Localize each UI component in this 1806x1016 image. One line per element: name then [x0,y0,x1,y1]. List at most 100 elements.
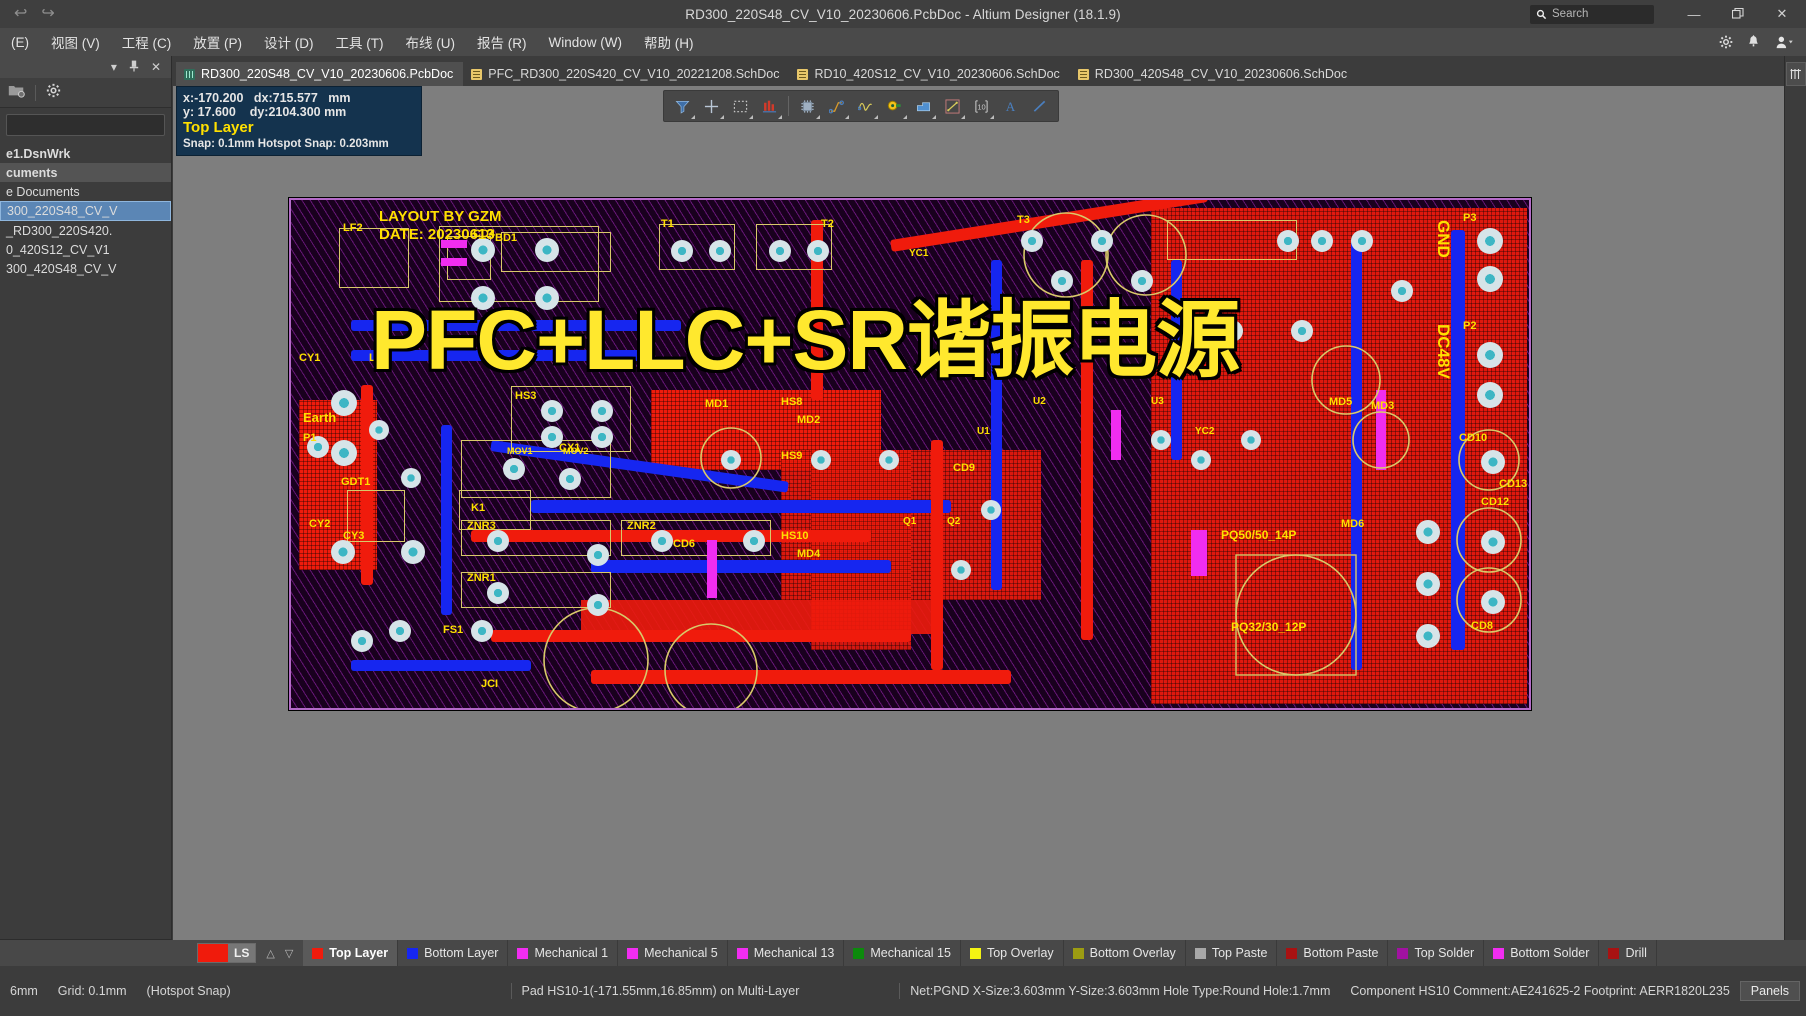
schematic-document-icon [471,68,483,80]
tree-item-pfc-rd300-220s420[interactable]: _RD300_220S420. [0,221,171,240]
caret-icon [778,115,782,119]
layer-tab-top-layer[interactable]: Top Layer [303,940,399,966]
place-dimension-icon[interactable] [939,93,966,119]
through-hole-pad [591,400,613,422]
marquee-select-icon[interactable] [727,93,754,119]
layer-tab-top-solder[interactable]: Top Solder [1388,940,1485,966]
chevron-down-icon[interactable]: ▾ [111,61,117,73]
restore-button[interactable] [1716,0,1760,28]
bottom-layer-track [531,500,951,513]
through-hole-pad [811,450,831,470]
bottom-layer-track [1171,260,1182,460]
pcb-board-artwork[interactable]: LAYOUT BY GZM DATE: 20230613 Earth P1 GD… [289,198,1531,710]
toolbar-divider [35,84,36,101]
tree-item-documents[interactable]: cuments [0,163,171,182]
place-component-icon[interactable] [794,93,821,119]
doctab-sch-rd10-420s12[interactable]: RD10_420S12_CV_V10_20230606.SchDoc [789,62,1070,86]
layer-tab-drill[interactable]: Drill [1599,940,1657,966]
layer-tab-bottom-layer[interactable]: Bottom Layer [398,940,509,966]
layer-set-label: LS [234,946,250,960]
right-panel-strip [1784,56,1806,940]
doctab-pcb-rd300-220s48[interactable]: RD300_220S48_CV_V10_20230606.PcbDoc [176,62,464,86]
align-icon[interactable] [756,93,783,119]
layer-tab-mechanical-13[interactable]: Mechanical 13 [728,940,845,966]
layer-tab-mechanical-1[interactable]: Mechanical 1 [508,940,619,966]
place-string-icon[interactable]: A [997,93,1024,119]
tree-item-workspace[interactable]: e1.DsnWrk [0,144,171,163]
place-line-icon[interactable] [1026,93,1053,119]
menu-place[interactable]: 放置 (P) [182,28,253,56]
open-project-icon[interactable] [8,83,25,103]
active-layer-color-swatch [198,944,228,962]
tree-item-rd300-420s48[interactable]: 300_420S48_CV_V [0,259,171,278]
panel-search-row [0,108,171,140]
doctab-sch-rd300-420s48[interactable]: RD300_420S48_CV_V10_20230606.SchDoc [1069,62,1358,86]
chevron-up-icon[interactable]: △ [266,947,274,960]
menu-project[interactable]: 工程 (C) [111,28,183,56]
silk-designator-jci: JCI [481,678,499,690]
through-hole-pad [879,450,899,470]
through-hole-pad [535,238,559,262]
doctab-sch-pfc-rd300-220s420[interactable]: PFC_RD300_220S420_CV_V10_20221208.SchDoc [463,62,790,86]
minimize-button[interactable]: — [1672,0,1716,28]
through-hole-pad [1191,450,1211,470]
place-differential-pair-icon[interactable] [852,93,879,119]
svg-text:A: A [1006,99,1016,114]
tree-item-source-documents[interactable]: e Documents [0,182,171,201]
panels-button[interactable]: Panels [1739,981,1801,1001]
silk-designator-k1: K1 [471,502,486,514]
through-hole-pad [651,530,673,552]
through-hole-pad [535,286,559,310]
user-account-icon[interactable] [1774,35,1794,49]
chevron-down-icon[interactable]: ▽ [285,947,293,960]
menu-help[interactable]: 帮助 (H) [633,28,705,56]
layer-color-swatch [736,947,748,959]
layer-color-swatch [627,947,639,959]
silk-designator-yc1: YC1 [909,248,929,259]
bottom-layer-track [991,260,1002,590]
menu-view[interactable]: 视图 (V) [40,28,111,56]
bell-icon[interactable] [1747,35,1760,49]
filter-icon[interactable] [669,93,696,119]
layer-tab-top-overlay[interactable]: Top Overlay [961,940,1064,966]
properties-panel-tab[interactable] [1785,62,1806,86]
mechanical-mark [707,540,717,598]
panel-header: ▾ ✕ [0,56,171,78]
menu-tools[interactable]: 工具 (T) [325,28,395,56]
menu-design[interactable]: 设计 (D) [253,28,325,56]
gear-icon[interactable] [1719,35,1733,49]
menu-window[interactable]: Window (W) [538,28,634,56]
tree-item-rd300-220s48[interactable]: 300_220S48_CV_V [0,201,171,221]
through-hole-pad [1021,230,1043,252]
silk-designator-hs10: HS10 [781,530,809,542]
layer-tab-bottom-solder[interactable]: Bottom Solder [1484,940,1600,966]
search-input[interactable]: Search [1530,4,1654,24]
crosshair-place-icon[interactable] [698,93,725,119]
place-coordinate-icon[interactable]: 10 [968,93,995,119]
close-icon[interactable]: ✕ [151,61,161,73]
schematic-document-icon [1077,68,1089,80]
layer-tab-mechanical-5[interactable]: Mechanical 5 [618,940,728,966]
close-button[interactable]: ✕ [1760,0,1804,28]
layer-tab-bottom-paste[interactable]: Bottom Paste [1277,940,1389,966]
tree-item-rd10-420s12[interactable]: 0_420S12_CV_V1 [0,240,171,259]
caret-icon [874,115,878,119]
redo-arrow-icon[interactable]: ↪ [41,6,54,22]
pcb-canvas[interactable]: x:-170.200 dx:715.577 mm y: 17.600 dy:21… [173,86,1806,940]
layer-tab-bottom-overlay[interactable]: Bottom Overlay [1064,940,1186,966]
panel-search-input[interactable] [6,114,165,136]
place-polygon-icon[interactable] [910,93,937,119]
menu-file[interactable]: (E) [0,28,40,56]
active-layer-swatch-control[interactable]: LS [197,943,257,963]
layer-tab-mechanical-15[interactable]: Mechanical 15 [844,940,961,966]
layer-color-swatch [1397,947,1409,959]
menu-route[interactable]: 布线 (U) [395,28,467,56]
pin-icon[interactable] [129,60,139,74]
place-net-icon[interactable] [823,93,850,119]
menu-reports[interactable]: 报告 (R) [466,28,538,56]
gear-icon[interactable] [46,83,61,103]
layer-label: Top Paste [1211,946,1268,960]
undo-arrow-icon[interactable]: ↩ [14,6,27,22]
layer-tab-top-paste[interactable]: Top Paste [1186,940,1278,966]
place-via-icon[interactable] [881,93,908,119]
